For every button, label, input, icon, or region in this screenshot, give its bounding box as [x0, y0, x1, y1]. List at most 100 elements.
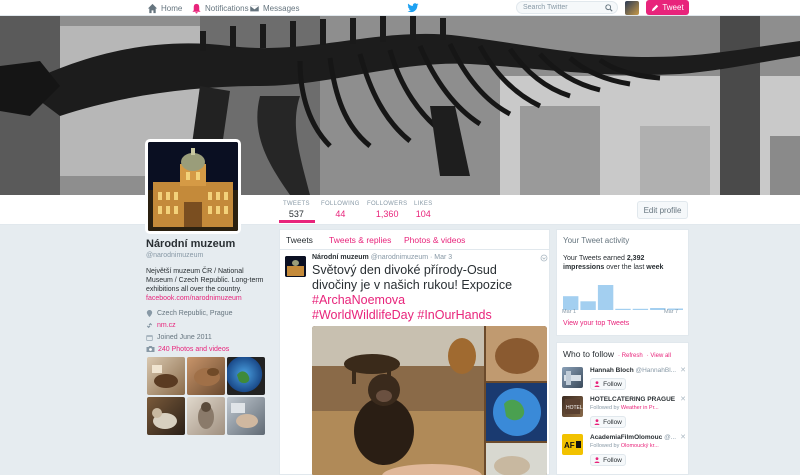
nav-notifications[interactable]: Notifications: [191, 1, 249, 15]
calendar-icon: [146, 335, 153, 341]
stat-following-value: 44: [335, 209, 346, 219]
add-user-icon: [594, 457, 600, 463]
stat-followers-value: 1,360: [375, 209, 399, 219]
search-input[interactable]: Search Twitter: [516, 1, 618, 14]
twitter-bird-icon[interactable]: [407, 2, 419, 14]
dismiss-icon[interactable]: ✕: [680, 433, 686, 441]
tweet-header: Národní muzeum @narodnimuzeum · Mar 3: [312, 254, 452, 261]
add-user-icon: [594, 419, 600, 425]
suggestion-avatar[interactable]: [562, 367, 583, 388]
dismiss-icon[interactable]: ✕: [680, 395, 686, 403]
nav-messages[interactable]: Messages: [249, 1, 299, 15]
activity-period: week: [646, 264, 664, 271]
add-user-icon: [594, 381, 600, 387]
suggestion-handle: @...: [664, 434, 677, 441]
home-icon: [147, 3, 158, 13]
tweet-media[interactable]: [312, 326, 547, 475]
photo-thumbnail[interactable]: [147, 397, 185, 435]
stat-tweets[interactable]: TWEETS 537: [283, 201, 310, 219]
location-pin-icon: [146, 310, 153, 317]
tab-tweets[interactable]: Tweets: [286, 235, 313, 245]
suggestion-avatar-image: [564, 371, 581, 385]
profile-bio-link[interactable]: facebook.com/narodnimuzeum: [146, 295, 242, 302]
profile-handle[interactable]: @narodnimuzeum: [146, 252, 271, 259]
envelope-icon: [249, 4, 260, 12]
activity-bar[interactable]: [563, 296, 579, 310]
activity-bar[interactable]: [580, 301, 596, 310]
tab-tweets-and-replies[interactable]: Tweets & replies: [329, 235, 391, 245]
nav-home[interactable]: Home: [147, 1, 182, 15]
activity-axis-end: Mar 7: [664, 309, 679, 315]
suggestion-avatar[interactable]: AF: [562, 434, 583, 455]
camera-icon: [146, 346, 155, 352]
hashtag-archanoemova[interactable]: #ArchaNoemova: [312, 293, 405, 307]
activity-bar[interactable]: [597, 285, 614, 310]
tweet-author-name[interactable]: Národní muzeum: [312, 254, 369, 261]
profile-name[interactable]: Národní muzeum: [146, 238, 271, 250]
tweet-author-handle[interactable]: @narodnimuzeum: [371, 254, 428, 261]
suggestion-name[interactable]: HOTELCATERING PRAGUE: [590, 396, 680, 403]
thumbnail-image: [237, 371, 250, 384]
refresh-link[interactable]: · Refresh: [618, 353, 643, 359]
photo-thumbnail[interactable]: [147, 357, 185, 395]
thumbnail-image: [198, 402, 214, 429]
followed-by-prefix: Followed by: [590, 405, 620, 411]
hashtag-inourhands[interactable]: #InOurHands: [417, 308, 491, 322]
chevron-down-icon[interactable]: [540, 254, 548, 262]
follow-button-label: Follow: [603, 380, 622, 388]
profile-location: Czech Republic, Prague: [146, 310, 271, 317]
activity-text-pre: Your Tweets earned: [563, 255, 625, 262]
dismiss-icon[interactable]: ✕: [680, 366, 686, 374]
tweet-date[interactable]: · Mar 3: [430, 254, 452, 261]
user-avatar[interactable]: [625, 1, 639, 15]
followed-by-prefix: Followed by: [590, 443, 620, 449]
tweet-author-avatar[interactable]: [285, 256, 306, 277]
svg-text:AF: AF: [564, 441, 575, 450]
dinosaur-skeleton-image: [0, 16, 800, 195]
stat-likes[interactable]: LIKES 104: [414, 201, 433, 219]
follow-button[interactable]: Follow: [590, 378, 626, 390]
hashtag-worldwildlifeday[interactable]: #WorldWildlifeDay: [312, 308, 414, 322]
photos-and-videos-link[interactable]: 240 Photos and videos: [146, 345, 229, 353]
activity-text-post: over the last: [606, 264, 645, 271]
impressions-bar-chart[interactable]: [562, 285, 684, 310]
view-top-tweets-link[interactable]: View your top Tweets: [563, 320, 629, 327]
compose-tweet-button[interactable]: Tweet: [646, 0, 689, 15]
activity-bar[interactable]: [615, 308, 631, 310]
followed-by-link[interactable]: Weather in Pr...: [621, 405, 659, 411]
profile-bio-text: Největší muzeum ČR / National Museum / C…: [146, 268, 264, 293]
profile-banner: [0, 16, 800, 195]
suggestion-handle: @HannahBl...: [635, 367, 677, 374]
suggestion-avatar[interactable]: HOTEL: [562, 396, 583, 417]
follow-suggestion: AF AcademiaFilmOlomouc @... Followed by …: [562, 432, 686, 468]
stat-tweets-value: 537: [288, 209, 304, 219]
profile-joined: Joined June 2011: [146, 334, 271, 341]
follow-button[interactable]: Follow: [590, 454, 626, 466]
suggestion-name[interactable]: AcademiaFilmOlomouc @...: [590, 434, 680, 441]
who-to-follow-header: Who to follow · Refresh · View all: [557, 343, 688, 359]
stat-followers[interactable]: FOLLOWERS 1,360: [367, 201, 407, 219]
view-all-link[interactable]: · View all: [647, 353, 671, 359]
profile-location-text: Czech Republic, Prague: [157, 310, 233, 317]
profile-avatar[interactable]: [145, 139, 241, 234]
stat-following[interactable]: FOLLOWING 44: [321, 201, 360, 219]
suggestion-name[interactable]: Hannah Bloch @HannahBl...: [590, 367, 680, 374]
activity-bar[interactable]: [632, 308, 649, 310]
suggestion-followed-by: Followed by Olomoucký kr...: [590, 443, 684, 449]
photo-thumbnail[interactable]: [227, 357, 265, 395]
search-icon[interactable]: [605, 4, 613, 12]
bell-icon: [192, 3, 201, 14]
followed-by-link[interactable]: Olomoucký kr...: [621, 443, 659, 449]
profile-website-link[interactable]: nm.cz: [157, 322, 176, 329]
photo-thumbnail[interactable]: [187, 397, 225, 435]
tweet-text-body: Světový den divoké přírody-Osud divočiny…: [312, 263, 513, 292]
photo-thumbnail[interactable]: [187, 357, 225, 395]
edit-profile-button[interactable]: Edit profile: [637, 201, 688, 219]
tab-photos-and-videos[interactable]: Photos & videos: [404, 235, 465, 245]
tweet-activity-title: Your Tweet activity: [563, 236, 630, 245]
profile-bio: Největší muzeum ČR / National Museum / C…: [146, 267, 270, 303]
photo-thumbnail[interactable]: [227, 397, 265, 435]
suggestion-display-name: HOTELCATERING PRAGUE: [590, 396, 676, 403]
thumbnail-image: [152, 365, 178, 388]
follow-button[interactable]: Follow: [590, 416, 626, 428]
